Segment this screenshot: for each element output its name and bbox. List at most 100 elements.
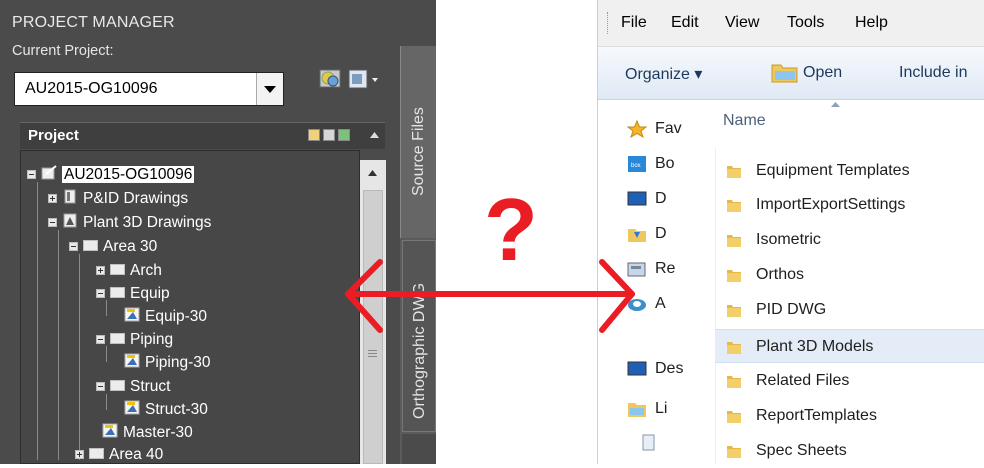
publish-icon[interactable]	[346, 66, 380, 92]
file-name: ReportTemplates	[756, 407, 877, 424]
nav-desktop-root[interactable]: Des	[627, 360, 683, 378]
folder-icon	[727, 166, 741, 178]
expand-icon[interactable]	[48, 194, 57, 204]
file-row[interactable]: Equipment Templates	[715, 154, 984, 188]
nav-label: Bo	[655, 155, 675, 173]
window-left-border	[597, 0, 598, 464]
file-row[interactable]: Related Files	[715, 364, 984, 398]
downloads-icon	[628, 229, 646, 242]
tree-node-struct-30[interactable]: Struct-30	[124, 400, 208, 419]
tree-line	[106, 394, 107, 410]
menu-tools[interactable]: Tools	[787, 14, 824, 32]
file-row[interactable]: ImportExportSettings	[715, 188, 984, 222]
tree-node-equip[interactable]: Equip	[96, 285, 170, 303]
tree-label: Struct	[130, 378, 171, 395]
tree-label: Piping	[130, 331, 174, 348]
nav-label: Re	[655, 260, 676, 278]
tree-node-pid-drawings[interactable]: P&ID Drawings	[48, 189, 188, 208]
tree-node-piping-30[interactable]: Piping-30	[124, 353, 211, 372]
menu-file[interactable]: File	[621, 14, 647, 32]
file-name: Plant 3D Models	[756, 338, 874, 355]
collapse-icon[interactable]	[96, 289, 105, 299]
column-header[interactable]: Name	[715, 100, 984, 148]
tree-label: Plant 3D Drawings	[83, 214, 212, 231]
folder-icon	[727, 342, 741, 354]
tree-node-struct[interactable]: Struct	[96, 378, 170, 396]
tree-line	[79, 254, 80, 460]
folder-icon	[727, 270, 741, 282]
project-toolbar	[318, 66, 388, 96]
nav-libraries[interactable]: Li	[627, 400, 667, 418]
nav-downloads[interactable]: D	[627, 225, 667, 243]
nav-label: Fav	[655, 120, 682, 138]
folder-icon	[110, 287, 125, 299]
svg-text:box: box	[631, 163, 641, 169]
folder-icon	[727, 411, 741, 423]
file-row[interactable]: Spec Sheets	[715, 434, 984, 468]
project-settings-icon[interactable]	[318, 66, 344, 92]
collapse-icon[interactable]	[48, 218, 57, 228]
collapse-icon[interactable]	[96, 335, 105, 345]
current-project-select[interactable]: AU2015-OG10096	[14, 72, 284, 106]
file-row-selected[interactable]: Plant 3D Models	[715, 329, 984, 363]
tree-node-project[interactable]: AU2015-OG10096	[27, 165, 195, 184]
document-icon	[642, 434, 655, 451]
file-row[interactable]: Orthos	[715, 258, 984, 292]
tree-node-arch[interactable]: Arch	[96, 262, 162, 280]
collapse-up-icon[interactable]	[370, 132, 379, 138]
menu-help[interactable]: Help	[855, 14, 888, 32]
nav-favorites[interactable]: Fav	[627, 120, 682, 138]
open-button[interactable]: Open	[803, 64, 842, 82]
copy-icon[interactable]	[323, 129, 335, 141]
desktop-icon	[627, 191, 647, 206]
tree-node-piping[interactable]: Piping	[96, 331, 173, 349]
collapse-icon[interactable]	[27, 170, 36, 180]
folder-icon	[110, 380, 125, 392]
tab-source-files[interactable]: Source Files	[400, 46, 436, 238]
drawing-icon	[124, 400, 140, 415]
nav-label: A	[655, 295, 666, 313]
tree-node-master-30[interactable]: Master-30	[102, 423, 193, 442]
folder-icon	[727, 376, 741, 388]
file-name: Spec Sheets	[756, 442, 847, 459]
nav-box[interactable]: box Bo	[627, 155, 675, 173]
panel-title: PROJECT MANAGER	[12, 14, 175, 31]
include-in-library-button[interactable]: Include in	[899, 64, 968, 82]
folder-icon	[727, 235, 741, 247]
tree-label: Equip-30	[145, 308, 208, 325]
folder-icon	[110, 264, 125, 276]
collapse-icon[interactable]	[69, 242, 78, 252]
tree-node-plant3d-drawings[interactable]: Plant 3D Drawings	[48, 213, 212, 232]
tree-node-equip-30[interactable]: Equip-30	[124, 307, 208, 326]
tree-node-area-40[interactable]: Area 40	[75, 446, 163, 464]
refresh-icon[interactable]	[338, 129, 350, 141]
expand-icon[interactable]	[96, 266, 105, 276]
tree-label: Area 30	[103, 238, 158, 255]
menu-view[interactable]: View	[725, 14, 759, 32]
scroll-up-icon[interactable]	[368, 170, 377, 176]
folder-icon	[110, 333, 125, 345]
file-row[interactable]: PID DWG	[715, 293, 984, 327]
nav-desktop[interactable]: D	[627, 190, 667, 208]
scroll-grip	[368, 350, 377, 351]
pid-icon	[64, 189, 76, 204]
double-arrow-icon	[345, 259, 635, 333]
current-project-label: Current Project:	[12, 43, 114, 59]
tree-node-area-30[interactable]: Area 30	[69, 238, 157, 256]
new-folder-icon[interactable]	[308, 129, 320, 141]
desktop-icon	[627, 361, 647, 376]
menu-edit[interactable]: Edit	[671, 14, 699, 32]
file-row[interactable]: Isometric	[715, 223, 984, 257]
organize-button[interactable]: Organize ▾	[625, 64, 702, 84]
nav-library-item[interactable]	[639, 434, 667, 452]
nav-label: D	[655, 190, 667, 208]
box-icon: box	[628, 156, 646, 172]
expand-icon[interactable]	[75, 450, 84, 460]
folder-icon	[727, 200, 741, 212]
open-folder-icon	[771, 64, 798, 83]
dropdown-button[interactable]	[256, 73, 283, 105]
libraries-icon	[628, 403, 646, 417]
collapse-icon[interactable]	[96, 382, 105, 392]
project-section-header: Project	[20, 122, 385, 149]
file-row[interactable]: ReportTemplates	[715, 399, 984, 433]
